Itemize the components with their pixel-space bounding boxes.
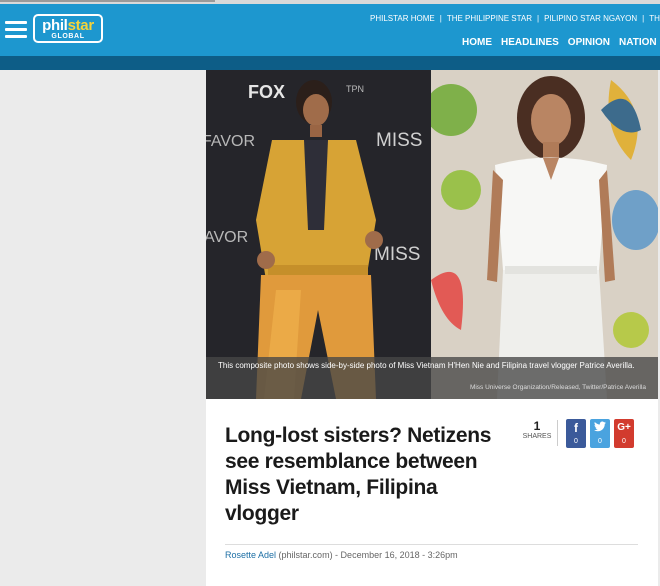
nav-opinion[interactable]: OPINION [568, 37, 610, 48]
googleplus-share-count: 0 [622, 438, 626, 445]
facebook-share-count: 0 [574, 438, 578, 445]
byline-divider [225, 544, 638, 545]
top-link-philippine-star[interactable]: THE PHILIPPINE STAR [447, 14, 532, 23]
main-nav: HOMEHEADLINESOPINIONNATIONW [462, 37, 660, 48]
author-link[interactable]: Rosette Adel [225, 550, 276, 560]
favor-sign: FAVOR [206, 133, 255, 150]
photo-right-vlogger [431, 70, 658, 399]
site-header: philstar GLOBAL PHILSTAR HOME | THE PHILIP… [0, 0, 660, 56]
twitter-icon [590, 421, 610, 435]
byline-meta: (philstar.com) - December 16, 2018 - 3:2… [276, 550, 458, 560]
nav-home[interactable]: HOME [462, 37, 492, 48]
top-link-philstar-home[interactable]: PHILSTAR HOME [370, 14, 435, 23]
nav-headlines[interactable]: HEADLINES [501, 37, 559, 48]
miss-sign-2: MISS [374, 244, 420, 265]
logo-sub: GLOBAL [51, 33, 85, 40]
fox-sign: FOX [248, 82, 285, 102]
top-strip [0, 0, 660, 4]
facebook-share-button[interactable]: f 0 [566, 419, 586, 448]
top-links: PHILSTAR HOME | THE PHILIPPINE STAR | PILIPI… [370, 14, 660, 23]
nav-nation[interactable]: NATION [619, 37, 657, 48]
article-photo[interactable]: FOX TPN MISS MISS FAVOR AVOR This compos… [206, 70, 658, 399]
philstar-logo[interactable]: philstar GLOBAL [33, 14, 103, 43]
share-count: 1 SHARES [521, 420, 553, 440]
share-divider [557, 420, 558, 446]
menu-icon[interactable] [5, 21, 27, 39]
share-count-number: 1 [533, 419, 541, 433]
tpn-sign: TPN [346, 84, 364, 94]
top-link-the[interactable]: THE [649, 14, 660, 23]
photo-caption: This composite photo shows side-by-side … [206, 357, 658, 399]
facebook-icon: f [574, 421, 578, 435]
avor-sign: AVOR [206, 229, 248, 246]
googleplus-share-button[interactable]: G+ 0 [614, 419, 634, 448]
twitter-share-button[interactable]: 0 [590, 419, 610, 448]
photo-credit: Miss Universe Organization/Released, Twi… [469, 384, 646, 391]
twitter-share-count: 0 [598, 438, 602, 445]
logo-wordmark: philstar [42, 17, 94, 34]
header-dark-band [0, 56, 660, 70]
photo-left-miss-vietnam: FOX TPN MISS MISS FAVOR AVOR [206, 70, 431, 399]
googleplus-icon: G+ [617, 422, 631, 433]
caption-text: This composite photo shows side-by-side … [218, 361, 635, 370]
miss-sign: MISS [376, 130, 422, 151]
byline: Rosette Adel (philstar.com) - December 1… [225, 550, 458, 560]
article-body: Long-lost sisters? Netizens see resembla… [206, 399, 658, 586]
top-link-pilipino-star[interactable]: PILIPINO STAR NGAYON [544, 14, 637, 23]
share-count-label: SHARES [522, 433, 552, 440]
article-title: Long-lost sisters? Netizens see resembla… [225, 424, 492, 525]
